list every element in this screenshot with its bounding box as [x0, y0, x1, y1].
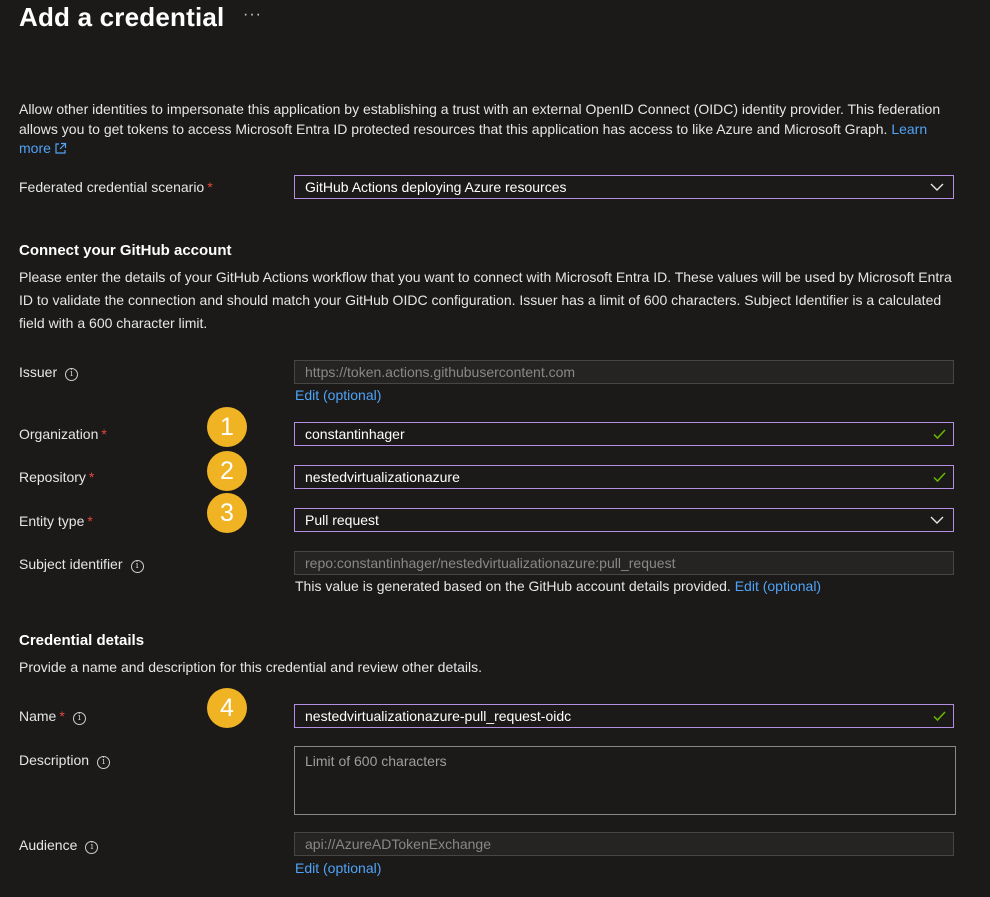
credential-section-heading: Credential details [19, 632, 145, 649]
organization-value: constantinhager [305, 426, 405, 442]
info-icon[interactable]: i [65, 368, 79, 381]
audience-label-text: Audience [19, 837, 78, 853]
name-label: Name * i [19, 708, 86, 725]
intro-text: Allow other identities to impersonate th… [19, 101, 941, 137]
external-link-icon [55, 142, 67, 154]
info-icon[interactable]: i [72, 712, 86, 725]
chevron-down-icon [930, 516, 944, 524]
scenario-value: GitHub Actions deploying Azure resources [305, 179, 567, 195]
issuer-field: https://token.actions.githubusercontent.… [294, 360, 954, 384]
audience-edit-link[interactable]: Edit (optional) [295, 860, 381, 876]
entity-type-label: Entity type * [19, 513, 93, 529]
audience-label: Audience i [19, 837, 99, 854]
entity-type-dropdown[interactable]: Pull request [294, 508, 954, 532]
scenario-label-text: Federated credential scenario [19, 179, 205, 195]
issuer-label-text: Issuer [19, 364, 58, 380]
audience-field: api://AzureADTokenExchange [294, 832, 954, 856]
subject-identifier-label-text: Subject identifier [19, 556, 123, 572]
step-badge-1: 1 [207, 407, 247, 447]
description-label-text: Description [19, 752, 90, 768]
github-section-heading: Connect your GitHub account [19, 242, 232, 259]
checkmark-icon [933, 711, 946, 722]
required-marker: * [101, 426, 107, 442]
credential-section-description: Provide a name and description for this … [19, 659, 483, 675]
organization-input[interactable]: constantinhager [294, 422, 954, 446]
info-icon[interactable]: i [85, 841, 99, 854]
description-label: Description i [19, 752, 111, 769]
step-badge-3: 3 [207, 493, 247, 533]
scenario-dropdown[interactable]: GitHub Actions deploying Azure resources [294, 175, 954, 199]
info-icon[interactable]: i [130, 560, 144, 573]
required-marker: * [59, 708, 65, 724]
name-input[interactable]: nestedvirtualizationazure-pull_request-o… [294, 704, 954, 728]
more-options-button[interactable]: ··· [243, 6, 262, 24]
description-textarea[interactable]: Limit of 600 characters [294, 746, 956, 815]
chevron-down-icon [930, 183, 944, 191]
page-title: Add a credential [19, 2, 225, 32]
repository-value: nestedvirtualizationazure [305, 469, 460, 485]
subject-identifier-field: repo:constantinhager/nestedvirtualizatio… [294, 551, 954, 575]
repository-label-text: Repository [19, 469, 86, 485]
name-value: nestedvirtualizationazure-pull_request-o… [305, 708, 572, 724]
organization-label: Organization * [19, 426, 107, 442]
checkmark-icon [933, 472, 946, 483]
issuer-edit-link[interactable]: Edit (optional) [295, 387, 381, 403]
step-badge-2: 2 [207, 451, 247, 491]
repository-input[interactable]: nestedvirtualizationazure [294, 465, 954, 489]
subject-edit-link[interactable]: Edit (optional) [735, 578, 821, 594]
entity-type-label-text: Entity type [19, 513, 85, 529]
required-marker: * [207, 179, 213, 195]
issuer-label: Issuer i [19, 364, 79, 381]
subject-identifier-note: This value is generated based on the Git… [295, 578, 821, 594]
name-label-text: Name [19, 708, 57, 724]
entity-type-value: Pull request [305, 512, 379, 528]
organization-label-text: Organization [19, 426, 99, 442]
step-badge-4: 4 [207, 688, 247, 728]
checkmark-icon [933, 429, 946, 440]
scenario-label: Federated credential scenario * [19, 179, 213, 195]
subject-identifier-label: Subject identifier i [19, 556, 144, 573]
info-icon[interactable]: i [97, 756, 111, 769]
github-section-description: Please enter the details of your GitHub … [19, 269, 952, 331]
required-marker: * [87, 513, 93, 529]
subject-note-text: This value is generated based on the Git… [295, 578, 731, 594]
repository-label: Repository * [19, 469, 94, 485]
intro-description: Allow other identities to impersonate th… [19, 100, 949, 159]
required-marker: * [88, 469, 95, 485]
